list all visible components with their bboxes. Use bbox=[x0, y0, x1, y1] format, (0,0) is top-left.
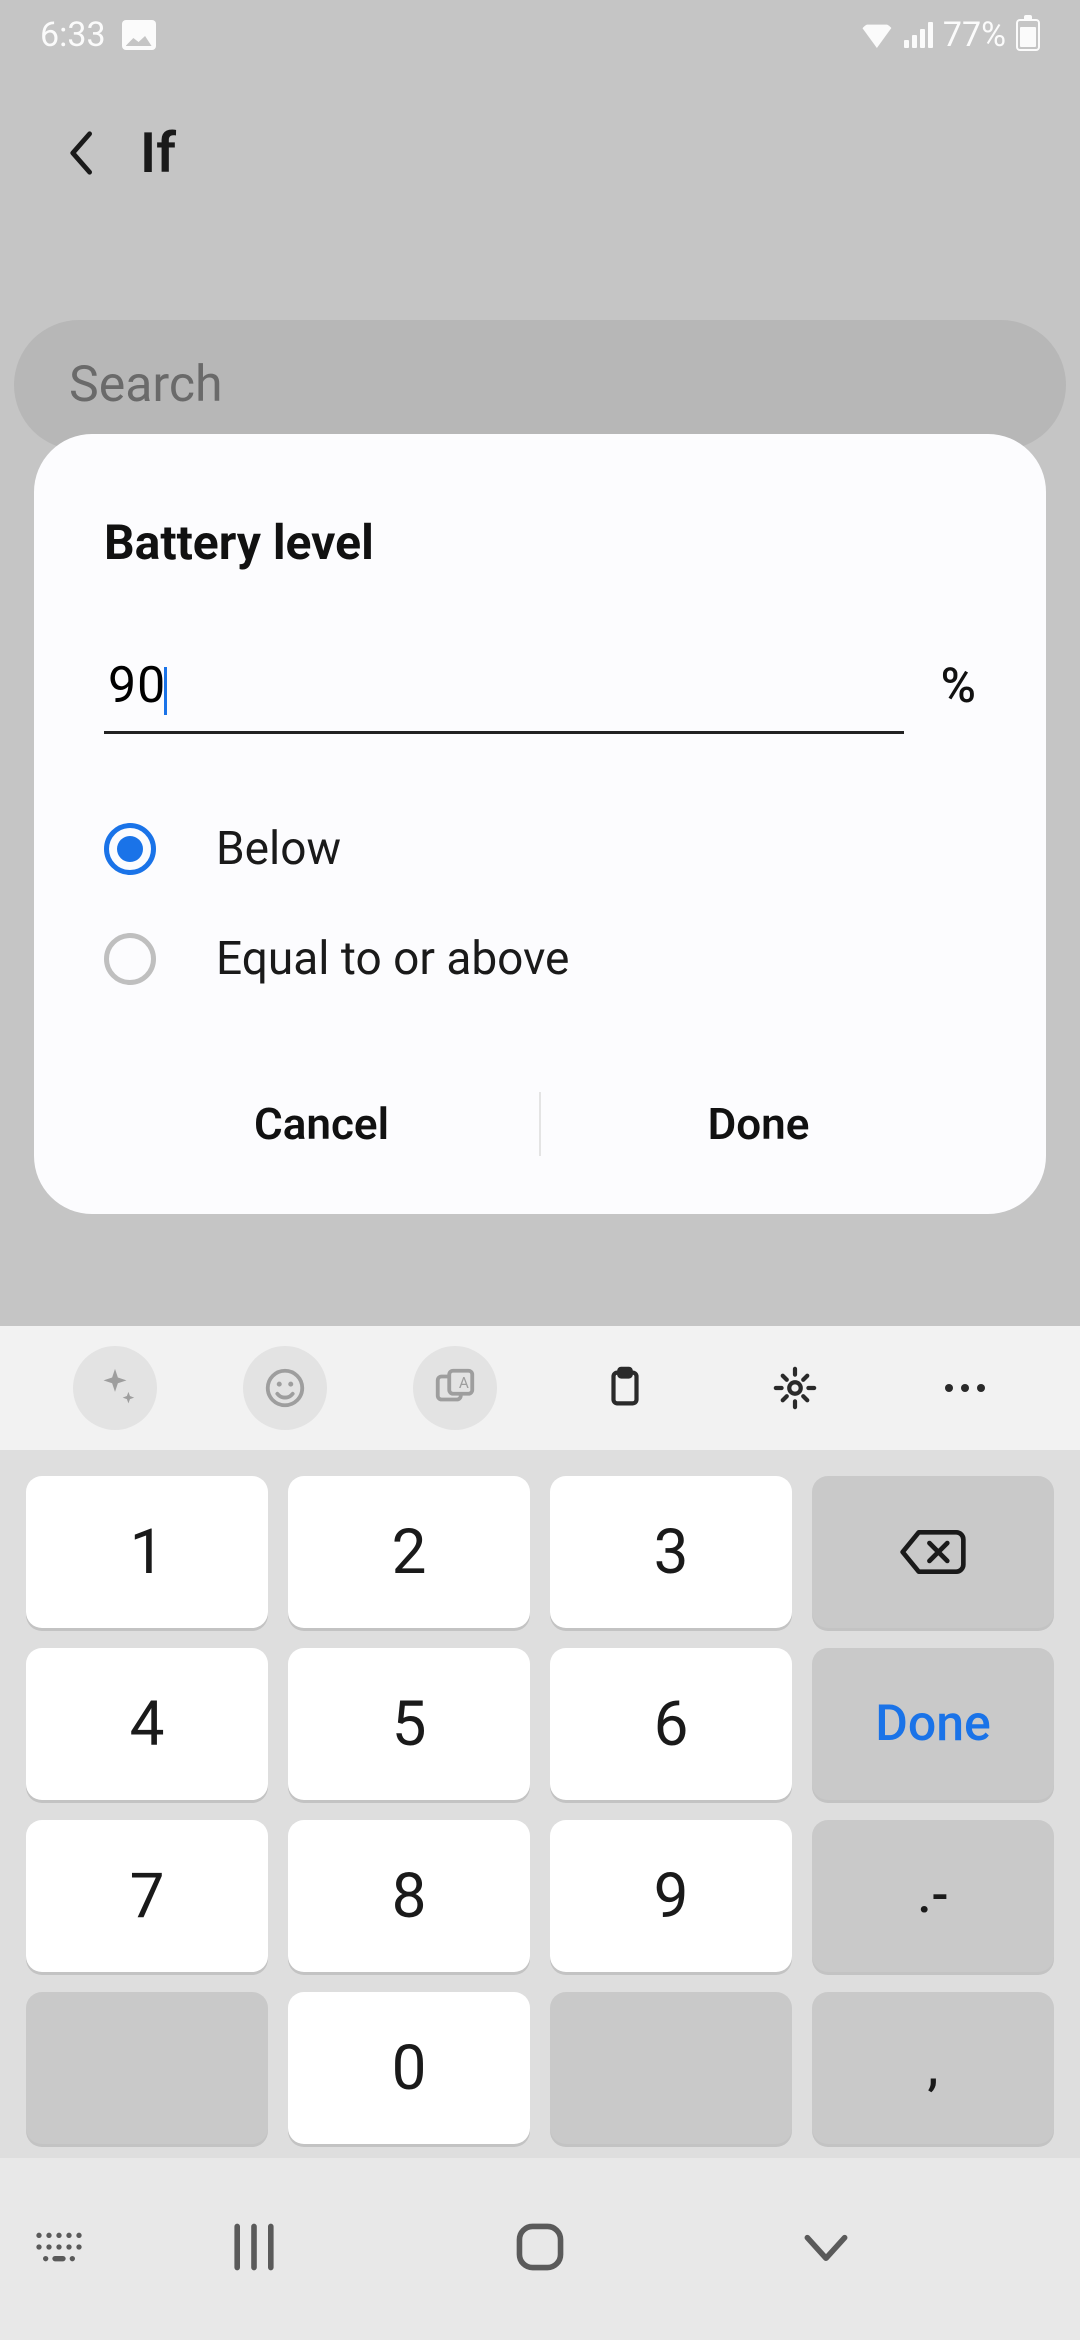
sparkle-icon bbox=[92, 1365, 138, 1411]
emoji-icon bbox=[262, 1365, 308, 1411]
emoji-button[interactable] bbox=[243, 1346, 327, 1430]
chevron-down-icon bbox=[798, 2219, 854, 2275]
key-dot-dash[interactable]: .- bbox=[812, 1820, 1054, 1972]
key-1[interactable]: 1 bbox=[26, 1476, 268, 1628]
signal-icon bbox=[904, 22, 933, 48]
ai-suggest-button[interactable] bbox=[73, 1346, 157, 1430]
dialog-title: Battery level bbox=[104, 514, 976, 571]
key-2[interactable]: 2 bbox=[288, 1476, 530, 1628]
translate-icon: A bbox=[432, 1365, 478, 1411]
key-3[interactable]: 3 bbox=[550, 1476, 792, 1628]
keyboard-icon bbox=[34, 2229, 84, 2265]
key-7[interactable]: 7 bbox=[26, 1820, 268, 1972]
search-placeholder: Search bbox=[69, 356, 223, 414]
nav-back-button[interactable] bbox=[798, 2219, 854, 2279]
key-comma[interactable]: , bbox=[812, 1992, 1054, 2144]
radio-icon bbox=[104, 933, 156, 985]
status-battery-pct: 77% bbox=[943, 15, 1006, 55]
key-blank-left[interactable] bbox=[26, 1992, 268, 2144]
page-title: If bbox=[140, 120, 176, 186]
text-cursor bbox=[164, 667, 167, 715]
clipboard-icon bbox=[602, 1365, 648, 1411]
search-bar[interactable]: Search bbox=[14, 320, 1066, 450]
keyboard-toggle-button[interactable] bbox=[34, 2229, 84, 2269]
radio-option-below[interactable]: Below bbox=[104, 794, 976, 904]
radio-label: Below bbox=[216, 822, 341, 876]
recents-icon bbox=[226, 2219, 282, 2275]
key-9[interactable]: 9 bbox=[550, 1820, 792, 1972]
home-icon bbox=[512, 2219, 568, 2275]
input-value: 90 bbox=[108, 657, 166, 715]
key-backspace[interactable] bbox=[812, 1476, 1054, 1628]
back-button[interactable] bbox=[60, 133, 100, 173]
clipboard-button[interactable] bbox=[583, 1346, 667, 1430]
done-button[interactable]: Done bbox=[541, 1074, 976, 1174]
screenshot-icon bbox=[122, 20, 156, 50]
percent-unit: % bbox=[941, 657, 976, 714]
radio-label: Equal to or above bbox=[216, 932, 569, 986]
gear-icon bbox=[772, 1365, 818, 1411]
battery-level-input[interactable]: 90 bbox=[104, 651, 904, 734]
ellipsis-icon bbox=[945, 1384, 985, 1392]
keyboard-more-button[interactable] bbox=[923, 1346, 1007, 1430]
key-5[interactable]: 5 bbox=[288, 1648, 530, 1800]
key-8[interactable]: 8 bbox=[288, 1820, 530, 1972]
svg-text:A: A bbox=[459, 1374, 469, 1392]
keyboard-settings-button[interactable] bbox=[753, 1346, 837, 1430]
status-time: 6:33 bbox=[40, 15, 106, 55]
backspace-icon bbox=[896, 1527, 970, 1577]
battery-level-dialog: Battery level 90 % Below Equal to or abo… bbox=[34, 434, 1046, 1214]
key-6[interactable]: 6 bbox=[550, 1648, 792, 1800]
chevron-left-icon bbox=[65, 129, 95, 177]
page-header: If bbox=[0, 120, 1080, 186]
key-blank-right[interactable] bbox=[550, 1992, 792, 2144]
battery-icon bbox=[1016, 19, 1040, 51]
system-nav-bar bbox=[0, 2158, 1080, 2340]
wifi-icon bbox=[860, 22, 894, 48]
key-4[interactable]: 4 bbox=[26, 1648, 268, 1800]
radio-icon bbox=[104, 823, 156, 875]
cancel-button[interactable]: Cancel bbox=[104, 1074, 539, 1174]
key-done[interactable]: Done bbox=[812, 1648, 1054, 1800]
radio-option-equal-or-above[interactable]: Equal to or above bbox=[104, 904, 976, 1014]
number-keypad: 1 2 3 4 5 6 Done 7 8 9 .- 0 , bbox=[0, 1450, 1080, 2158]
nav-recents-button[interactable] bbox=[226, 2219, 282, 2279]
keyboard-toolbar: A bbox=[0, 1326, 1080, 1450]
nav-home-button[interactable] bbox=[512, 2219, 568, 2279]
status-bar: 6:33 77% bbox=[0, 0, 1080, 70]
translate-button[interactable]: A bbox=[413, 1346, 497, 1430]
key-0[interactable]: 0 bbox=[288, 1992, 530, 2144]
